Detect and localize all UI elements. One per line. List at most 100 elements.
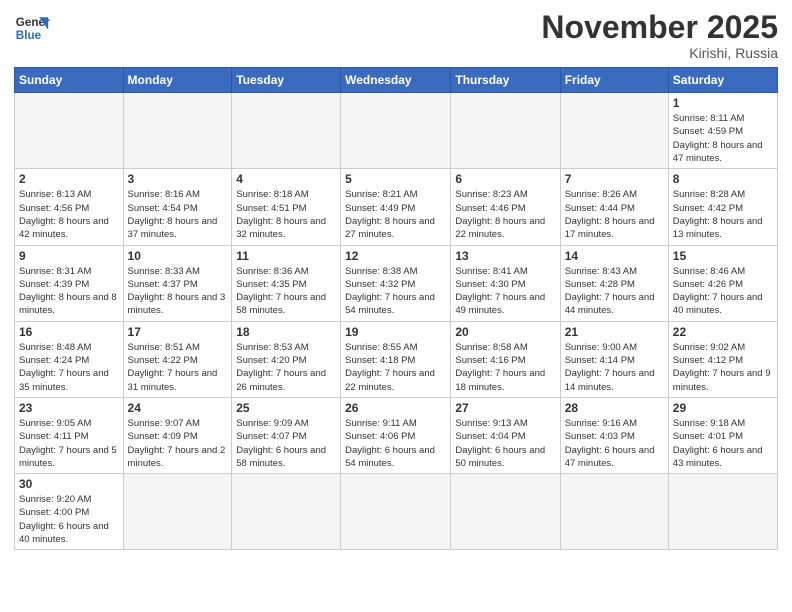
day-14: 14 Sunrise: 8:43 AMSunset: 4:28 PMDaylig… <box>560 245 668 321</box>
day-info: Sunrise: 9:07 AMSunset: 4:09 PMDaylight:… <box>128 417 228 470</box>
day-27: 27 Sunrise: 9:13 AMSunset: 4:04 PMDaylig… <box>451 397 560 473</box>
calendar-table: Sunday Monday Tuesday Wednesday Thursday… <box>14 67 778 550</box>
weekday-header-row: Sunday Monday Tuesday Wednesday Thursday… <box>15 68 778 93</box>
day-9: 9 Sunrise: 8:31 AMSunset: 4:39 PMDayligh… <box>15 245 124 321</box>
empty-cell <box>560 93 668 169</box>
header-tuesday: Tuesday <box>232 68 341 93</box>
day-number: 8 <box>673 172 773 186</box>
day-3: 3 Sunrise: 8:16 AMSunset: 4:54 PMDayligh… <box>123 169 232 245</box>
day-info: Sunrise: 8:58 AMSunset: 4:16 PMDaylight:… <box>455 341 555 394</box>
day-number: 19 <box>345 325 446 339</box>
daylight: 8 hours and 47 minutes. <box>673 140 763 164</box>
day-info: Sunrise: 8:16 AMSunset: 4:54 PMDaylight:… <box>128 188 228 241</box>
day-number: 18 <box>236 325 336 339</box>
day-number: 26 <box>345 401 446 415</box>
day-number: 7 <box>565 172 664 186</box>
day-info: Sunrise: 8:53 AMSunset: 4:20 PMDaylight:… <box>236 341 336 394</box>
day-number: 25 <box>236 401 336 415</box>
empty-cell <box>341 93 451 169</box>
day-info: Sunrise: 8:26 AMSunset: 4:44 PMDaylight:… <box>565 188 664 241</box>
day-info: Sunrise: 9:13 AMSunset: 4:04 PMDaylight:… <box>455 417 555 470</box>
location: Kirishi, Russia <box>541 45 778 61</box>
day-number: 4 <box>236 172 336 186</box>
day-info: Sunrise: 8:23 AMSunset: 4:46 PMDaylight:… <box>455 188 555 241</box>
day-number: 20 <box>455 325 555 339</box>
day-29: 29 Sunrise: 9:18 AMSunset: 4:01 PMDaylig… <box>668 397 777 473</box>
day-number: 27 <box>455 401 555 415</box>
day-7: 7 Sunrise: 8:26 AMSunset: 4:44 PMDayligh… <box>560 169 668 245</box>
day-10: 10 Sunrise: 8:33 AMSunset: 4:37 PMDaylig… <box>123 245 232 321</box>
header-saturday: Saturday <box>668 68 777 93</box>
day-25: 25 Sunrise: 9:09 AMSunset: 4:07 PMDaylig… <box>232 397 341 473</box>
empty-cell <box>341 474 451 550</box>
day-info: Sunrise: 9:05 AMSunset: 4:11 PMDaylight:… <box>19 417 119 470</box>
day-number: 28 <box>565 401 664 415</box>
table-row: 2 Sunrise: 8:13 AMSunset: 4:56 PMDayligh… <box>15 169 778 245</box>
day-info: Sunrise: 9:02 AMSunset: 4:12 PMDaylight:… <box>673 341 773 394</box>
logo: General Blue <box>14 10 50 46</box>
day-11: 11 Sunrise: 8:36 AMSunset: 4:35 PMDaylig… <box>232 245 341 321</box>
day-number: 9 <box>19 249 119 263</box>
day-16: 16 Sunrise: 8:48 AMSunset: 4:24 PMDaylig… <box>15 321 124 397</box>
day-number: 30 <box>19 477 119 491</box>
day-info: Sunrise: 8:31 AMSunset: 4:39 PMDaylight:… <box>19 265 119 318</box>
day-number: 16 <box>19 325 119 339</box>
day-4: 4 Sunrise: 8:18 AMSunset: 4:51 PMDayligh… <box>232 169 341 245</box>
empty-cell <box>451 93 560 169</box>
header-monday: Monday <box>123 68 232 93</box>
day-info: Sunrise: 9:20 AMSunset: 4:00 PMDaylight:… <box>19 493 119 546</box>
day-2: 2 Sunrise: 8:13 AMSunset: 4:56 PMDayligh… <box>15 169 124 245</box>
day-8: 8 Sunrise: 8:28 AMSunset: 4:42 PMDayligh… <box>668 169 777 245</box>
header-thursday: Thursday <box>451 68 560 93</box>
day-info: Sunrise: 9:18 AMSunset: 4:01 PMDaylight:… <box>673 417 773 470</box>
day-19: 19 Sunrise: 8:55 AMSunset: 4:18 PMDaylig… <box>341 321 451 397</box>
day-info: Sunrise: 8:33 AMSunset: 4:37 PMDaylight:… <box>128 265 228 318</box>
month-title: November 2025 <box>541 10 778 45</box>
empty-cell <box>123 93 232 169</box>
table-row: 9 Sunrise: 8:31 AMSunset: 4:39 PMDayligh… <box>15 245 778 321</box>
day-info: Sunrise: 8:55 AMSunset: 4:18 PMDaylight:… <box>345 341 446 394</box>
day-info: Sunrise: 8:18 AMSunset: 4:51 PMDaylight:… <box>236 188 336 241</box>
day-18: 18 Sunrise: 8:53 AMSunset: 4:20 PMDaylig… <box>232 321 341 397</box>
header: General Blue November 2025 Kirishi, Russ… <box>14 10 778 61</box>
day-info: Sunrise: 8:13 AMSunset: 4:56 PMDaylight:… <box>19 188 119 241</box>
day-30: 30 Sunrise: 9:20 AMSunset: 4:00 PMDaylig… <box>15 474 124 550</box>
day-26: 26 Sunrise: 9:11 AMSunset: 4:06 PMDaylig… <box>341 397 451 473</box>
day-5: 5 Sunrise: 8:21 AMSunset: 4:49 PMDayligh… <box>341 169 451 245</box>
empty-cell <box>451 474 560 550</box>
day-number: 2 <box>19 172 119 186</box>
day-23: 23 Sunrise: 9:05 AMSunset: 4:11 PMDaylig… <box>15 397 124 473</box>
calendar-page: General Blue November 2025 Kirishi, Russ… <box>0 0 792 612</box>
day-info: Sunrise: 8:21 AMSunset: 4:49 PMDaylight:… <box>345 188 446 241</box>
day-20: 20 Sunrise: 8:58 AMSunset: 4:16 PMDaylig… <box>451 321 560 397</box>
sunrise: 8:11 AM <box>710 113 744 124</box>
day-number: 22 <box>673 325 773 339</box>
table-row: 1 Sunrise: 8:11 AM Sunset: 4:59 PM Dayli… <box>15 93 778 169</box>
day-info: Sunrise: 9:11 AMSunset: 4:06 PMDaylight:… <box>345 417 446 470</box>
day-info: Sunrise: 8:51 AMSunset: 4:22 PMDaylight:… <box>128 341 228 394</box>
day-number: 15 <box>673 249 773 263</box>
empty-cell <box>560 474 668 550</box>
day-info: Sunrise: 8:28 AMSunset: 4:42 PMDaylight:… <box>673 188 773 241</box>
day-info: Sunrise: 8:48 AMSunset: 4:24 PMDaylight:… <box>19 341 119 394</box>
header-friday: Friday <box>560 68 668 93</box>
empty-cell <box>232 93 341 169</box>
day-info: Sunrise: 8:11 AM Sunset: 4:59 PM Dayligh… <box>673 112 773 165</box>
day-number: 12 <box>345 249 446 263</box>
day-info: Sunrise: 8:36 AMSunset: 4:35 PMDaylight:… <box>236 265 336 318</box>
svg-text:Blue: Blue <box>16 29 42 42</box>
day-info: Sunrise: 8:43 AMSunset: 4:28 PMDaylight:… <box>565 265 664 318</box>
day-6: 6 Sunrise: 8:23 AMSunset: 4:46 PMDayligh… <box>451 169 560 245</box>
day-info: Sunrise: 8:38 AMSunset: 4:32 PMDaylight:… <box>345 265 446 318</box>
day-info: Sunrise: 9:00 AMSunset: 4:14 PMDaylight:… <box>565 341 664 394</box>
day-17: 17 Sunrise: 8:51 AMSunset: 4:22 PMDaylig… <box>123 321 232 397</box>
day-info: Sunrise: 8:46 AMSunset: 4:26 PMDaylight:… <box>673 265 773 318</box>
day-info: Sunrise: 9:09 AMSunset: 4:07 PMDaylight:… <box>236 417 336 470</box>
day-number: 6 <box>455 172 555 186</box>
day-number: 1 <box>673 96 773 110</box>
day-number: 23 <box>19 401 119 415</box>
general-blue-logo-icon: General Blue <box>14 10 50 46</box>
day-13: 13 Sunrise: 8:41 AMSunset: 4:30 PMDaylig… <box>451 245 560 321</box>
empty-cell <box>123 474 232 550</box>
day-number: 3 <box>128 172 228 186</box>
